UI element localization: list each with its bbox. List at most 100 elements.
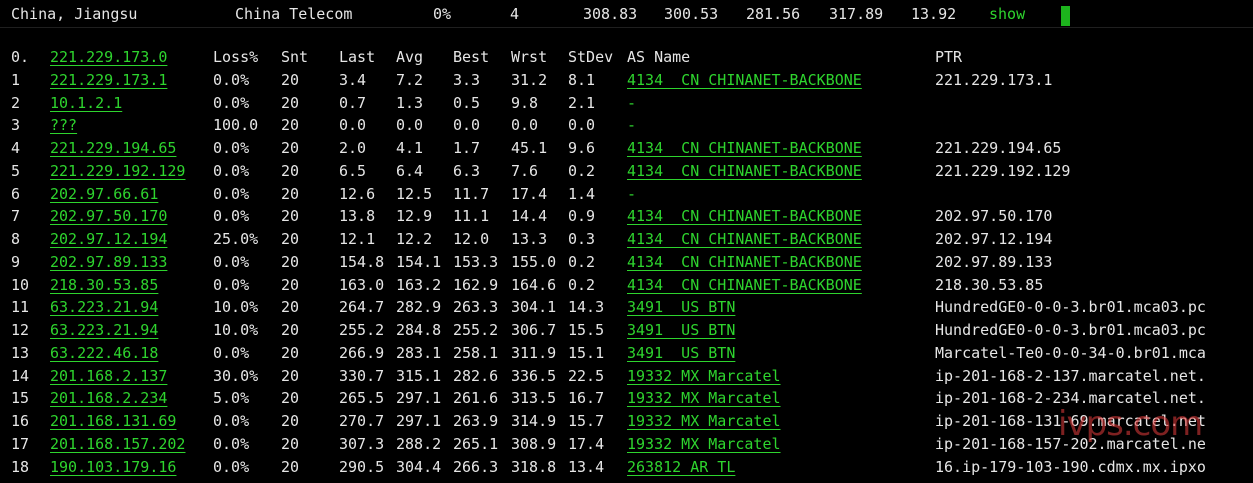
cell-snt: 20: [281, 184, 300, 203]
cell-avg: 163.2: [396, 275, 442, 294]
cell-ptr: 202.97.12.194: [935, 230, 1053, 248]
cell-host[interactable]: 63.223.21.94: [50, 319, 158, 341]
table-row: 1 221.229.173.1 0.0% 20 3.4 7.2 3.3 31.2 8.1 4134…: [0, 69, 1253, 92]
cell-host[interactable]: ???: [50, 114, 77, 136]
cell-host[interactable]: 190.103.179.16: [50, 456, 176, 478]
cell-best: 258.1: [453, 343, 499, 362]
cell-ptr: ip-201-168-2-234.marcatel.net.: [935, 389, 1206, 408]
cell-loss: 0.0%: [213, 184, 250, 203]
cell-ptr: 221.229.192.129: [935, 161, 1071, 180]
cell-snt: 20: [281, 161, 300, 180]
cell-as[interactable]: 4134 CN CHINANET-BACKBONE: [627, 274, 862, 296]
cell-as[interactable]: 3491 US BTN: [627, 296, 735, 318]
cell-snt: 20: [281, 207, 300, 226]
cell-ptr: HundredGE0-0-0-3.br01.mca03.pc: [935, 298, 1206, 317]
cell-avg: 283.1: [396, 343, 442, 362]
cell-host[interactable]: 201.168.131.69: [50, 410, 176, 432]
cell-avg: 12.9: [396, 207, 433, 226]
cell-loss: 0.0%: [213, 275, 250, 294]
header-avg: Avg: [396, 48, 424, 66]
cell-as[interactable]: 4134 CN CHINANET-BACKBONE: [627, 69, 862, 91]
cell-as[interactable]: 3491 US BTN: [627, 319, 735, 341]
table-row: 12 63.223.21.94 10.0% 20 255.2 284.8 255.2 306.…: [0, 319, 1253, 342]
table-row: 2 10.1.2.1 0.0% 20 0.7 1.3 0.5 9.8 2.1 -: [0, 92, 1253, 115]
cell-loss: 0.0%: [213, 434, 250, 453]
cell-host[interactable]: 202.97.50.170: [50, 205, 167, 227]
cell-avg: 12.5: [396, 184, 433, 203]
cell-host[interactable]: 221.229.194.65: [50, 137, 176, 159]
summary-bar: China, Jiangsu China Telecom 0% 4 308.83…: [0, 0, 1253, 28]
cell-as[interactable]: 4134 CN CHINANET-BACKBONE: [627, 205, 862, 227]
cell-host[interactable]: 63.223.21.94: [50, 296, 158, 318]
cell-stdev: 17.4: [568, 434, 605, 453]
cell-avg: 304.4: [396, 457, 442, 476]
cell-as: -: [627, 116, 637, 135]
cell-wrst: 9.8: [511, 93, 539, 112]
cell-as[interactable]: 4134 CN CHINANET-BACKBONE: [627, 160, 862, 182]
table-row: 5 221.229.192.129 0.0% 20 6.5 6.4 6.3 7.6 0.2 413…: [0, 160, 1253, 183]
cell-host[interactable]: 10.1.2.1: [50, 92, 122, 114]
cell-stdev: 15.1: [568, 343, 605, 362]
cell-snt: 20: [281, 321, 300, 339]
cell-host[interactable]: 221.229.173.1: [50, 69, 167, 91]
header-host[interactable]: 221.229.173.0: [50, 46, 167, 68]
cell-as[interactable]: 19332 MX Marcatel: [627, 433, 781, 455]
traceroute-table: 0. 221.229.173.0 Loss% Snt Last Avg Best…: [0, 46, 1253, 478]
cell-snt: 20: [281, 412, 300, 430]
cell-host[interactable]: 221.229.192.129: [50, 160, 185, 182]
cell-host[interactable]: 201.168.2.234: [50, 387, 167, 409]
cell-host[interactable]: 201.168.2.137: [50, 365, 167, 387]
cell-host[interactable]: 218.30.53.85: [50, 274, 158, 296]
cell-loss: 10.0%: [213, 321, 259, 339]
table-row: 10 218.30.53.85 0.0% 20 163.0 163.2 162.9 164.6…: [0, 274, 1253, 297]
cell-last: 0.0: [339, 116, 367, 135]
cell-last: 265.5: [339, 389, 385, 408]
cell-ptr: 202.97.89.133: [935, 252, 1053, 271]
cell-avg: 315.1: [396, 366, 442, 385]
cell-avg: 284.8: [396, 321, 442, 339]
cell-host[interactable]: 202.97.89.133: [50, 251, 167, 273]
cell-as[interactable]: 3491 US BTN: [627, 342, 735, 364]
cell-loss: 0.0%: [213, 161, 250, 180]
cell-avg: 7.2: [396, 70, 424, 89]
cell-ptr: HundredGE0-0-0-3.br01.mca03.pc: [935, 321, 1206, 339]
cell-as[interactable]: 4134 CN CHINANET-BACKBONE: [627, 228, 862, 250]
cell-idx: 5: [11, 161, 21, 180]
cell-host[interactable]: 202.97.66.61: [50, 183, 158, 205]
cell-loss: 0.0%: [213, 207, 250, 226]
cell-avg: 4.1: [396, 139, 424, 157]
cell-best: 255.2: [453, 321, 499, 339]
cell-loss: 25.0%: [213, 230, 259, 248]
cell-wrst: 13.3: [511, 230, 548, 248]
cell-as[interactable]: 19332 MX Marcatel: [627, 365, 781, 387]
cell-host[interactable]: 63.222.46.18: [50, 342, 158, 364]
summary-loss: 0%: [433, 5, 452, 23]
cell-snt: 20: [281, 298, 300, 317]
header-loss: Loss%: [213, 48, 259, 66]
cell-as[interactable]: 4134 CN CHINANET-BACKBONE: [627, 137, 862, 159]
cell-loss: 0.0%: [213, 412, 250, 430]
cell-as[interactable]: 19332 MX Marcatel: [627, 410, 781, 432]
cell-host[interactable]: 202.97.12.194: [50, 228, 167, 250]
cell-as[interactable]: 4134 CN CHINANET-BACKBONE: [627, 251, 862, 273]
cell-loss: 0.0%: [213, 343, 250, 362]
cell-idx: 11: [11, 298, 30, 317]
cell-last: 6.5: [339, 161, 367, 180]
cell-ptr: ip-201-168-131-69.marcatel.net: [935, 412, 1206, 430]
summary-location: China, Jiangsu: [11, 5, 138, 23]
table-row: 18 190.103.179.16 0.0% 20 290.5 304.4 266.3 318…: [0, 456, 1253, 479]
cell-as[interactable]: 19332 MX Marcatel: [627, 387, 781, 409]
cell-host[interactable]: 201.168.157.202: [50, 433, 185, 455]
cell-idx: 7: [11, 207, 21, 226]
table-row: 14 201.168.2.137 30.0% 20 330.7 315.1 282.6 336…: [0, 365, 1253, 388]
show-link[interactable]: show: [989, 5, 1025, 23]
cell-loss: 0.0%: [213, 70, 250, 89]
cell-ptr: ip-201-168-157-202.marcatel.ne: [935, 434, 1206, 453]
cell-avg: 288.2: [396, 434, 442, 453]
summary-worst: 317.89: [829, 5, 884, 23]
cell-stdev: 13.4: [568, 457, 605, 476]
cell-avg: 1.3: [396, 93, 424, 112]
header-idx: 0.: [11, 48, 30, 66]
cell-as[interactable]: 263812 AR TL: [627, 456, 735, 478]
cell-best: 11.1: [453, 207, 490, 226]
